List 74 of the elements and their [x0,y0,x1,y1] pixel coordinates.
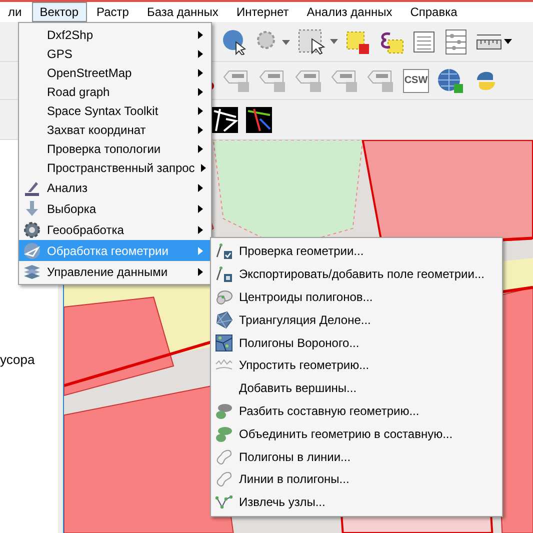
down-arrow-icon [23,200,41,218]
submenu-arrow-icon [198,204,203,212]
submenu-arrow-icon [198,106,203,114]
submenu-arrow-icon [198,88,203,96]
colored-lines-icon[interactable] [246,106,272,132]
menu-item[interactable]: Анализ [19,177,211,198]
menu-item[interactable]: Упростить геометрию... [211,354,502,377]
menu-bar-item[interactable]: ли [0,2,30,22]
triangulation-icon [215,310,233,329]
menu-item[interactable]: Проверка топологии [19,139,211,158]
outline-shape-icon [215,470,233,488]
voronoi-icon [215,334,233,352]
line-table-icon [215,265,233,284]
submenu-arrow-icon [198,184,203,192]
outline-shape-icon [215,448,233,466]
epsilon-icon[interactable] [378,30,404,54]
menu-item[interactable]: OpenStreetMap [19,63,211,82]
identify-icon[interactable] [222,28,248,54]
label-tool-icon[interactable] [259,68,287,92]
submenu-arrow-icon [198,126,203,134]
menu-item[interactable]: Центроиды полигонов... [211,286,502,308]
menu-item[interactable]: Добавить вершины... [211,376,502,400]
gear-icon [23,220,41,238]
label-tool-icon[interactable] [367,68,395,92]
centroid-icon [215,288,233,306]
submenu-arrow-icon [198,246,203,254]
label-tool-icon[interactable] [223,68,251,92]
menu-item[interactable]: Полигоны в линии... [211,445,502,468]
menu-item[interactable]: Dxf2Shp [19,25,211,44]
menu-item[interactable]: Разбить составную геометрию... [211,400,502,422]
submenu-arrow-icon [198,268,203,276]
submenu-arrow-icon [198,50,203,58]
menu-bar-item[interactable]: Интернет [228,2,297,22]
menu-item[interactable]: Экспортировать/добавить поле геометрии... [211,262,502,286]
menu-bar-item[interactable]: Анализ данных [298,2,400,22]
menu-item[interactable]: Захват координат [19,120,211,139]
menu-item[interactable]: GPS [19,44,211,63]
split-shapes-icon [215,402,233,420]
menu-item[interactable]: Извлечь узлы... [211,490,502,514]
layers-icon [23,262,41,280]
submenu-arrow-icon [200,164,206,172]
table-icon[interactable] [412,30,436,54]
menu-item[interactable]: Road graph [19,82,211,101]
abacus-icon[interactable] [444,28,468,54]
menu-bar-item[interactable]: База данных [138,2,226,22]
menu-item[interactable]: Линии в полигоны... [211,468,502,491]
label-tool-icon[interactable] [331,68,359,92]
submenu-arrow-icon [198,144,203,152]
network-lines-icon[interactable] [212,106,238,132]
merged-shapes-icon [215,424,233,443]
select-rectangle-icon[interactable] [298,28,338,54]
deselect-icon[interactable] [346,30,370,54]
menu-item[interactable]: Объединить геометрию в составную... [211,422,502,446]
menu-item[interactable]: Space Syntax Toolkit [19,101,211,120]
menu-item[interactable]: Управление данными [19,261,211,282]
line-check-icon [215,242,233,260]
panel-text: усора [0,352,36,367]
menu-bar-item[interactable]: Справка [402,2,466,22]
menu-item[interactable]: Проверка геометрии... [211,240,502,263]
menu-item[interactable]: Геообработка [19,219,211,240]
globe-icon[interactable] [437,68,465,94]
menu-item[interactable]: Выборка [19,198,211,219]
menu-item[interactable]: Пространственный запрос [19,158,211,177]
polygon-icon [23,242,41,260]
submenu-arrow-icon [198,30,203,38]
menu-bar-item[interactable]: Вектор [32,2,86,22]
submenu-arrow-icon [198,226,203,234]
menu-item[interactable]: Триангуляция Делоне... [211,308,502,332]
nodes-icon [215,493,233,512]
menu-bar-item[interactable]: Растр [88,2,137,22]
label-tool-icon[interactable] [295,68,323,92]
csw-icon[interactable]: CSW [403,68,429,92]
menu-item[interactable]: Полигоны Вороного... [211,331,502,354]
submenu-arrow-icon [198,68,203,76]
